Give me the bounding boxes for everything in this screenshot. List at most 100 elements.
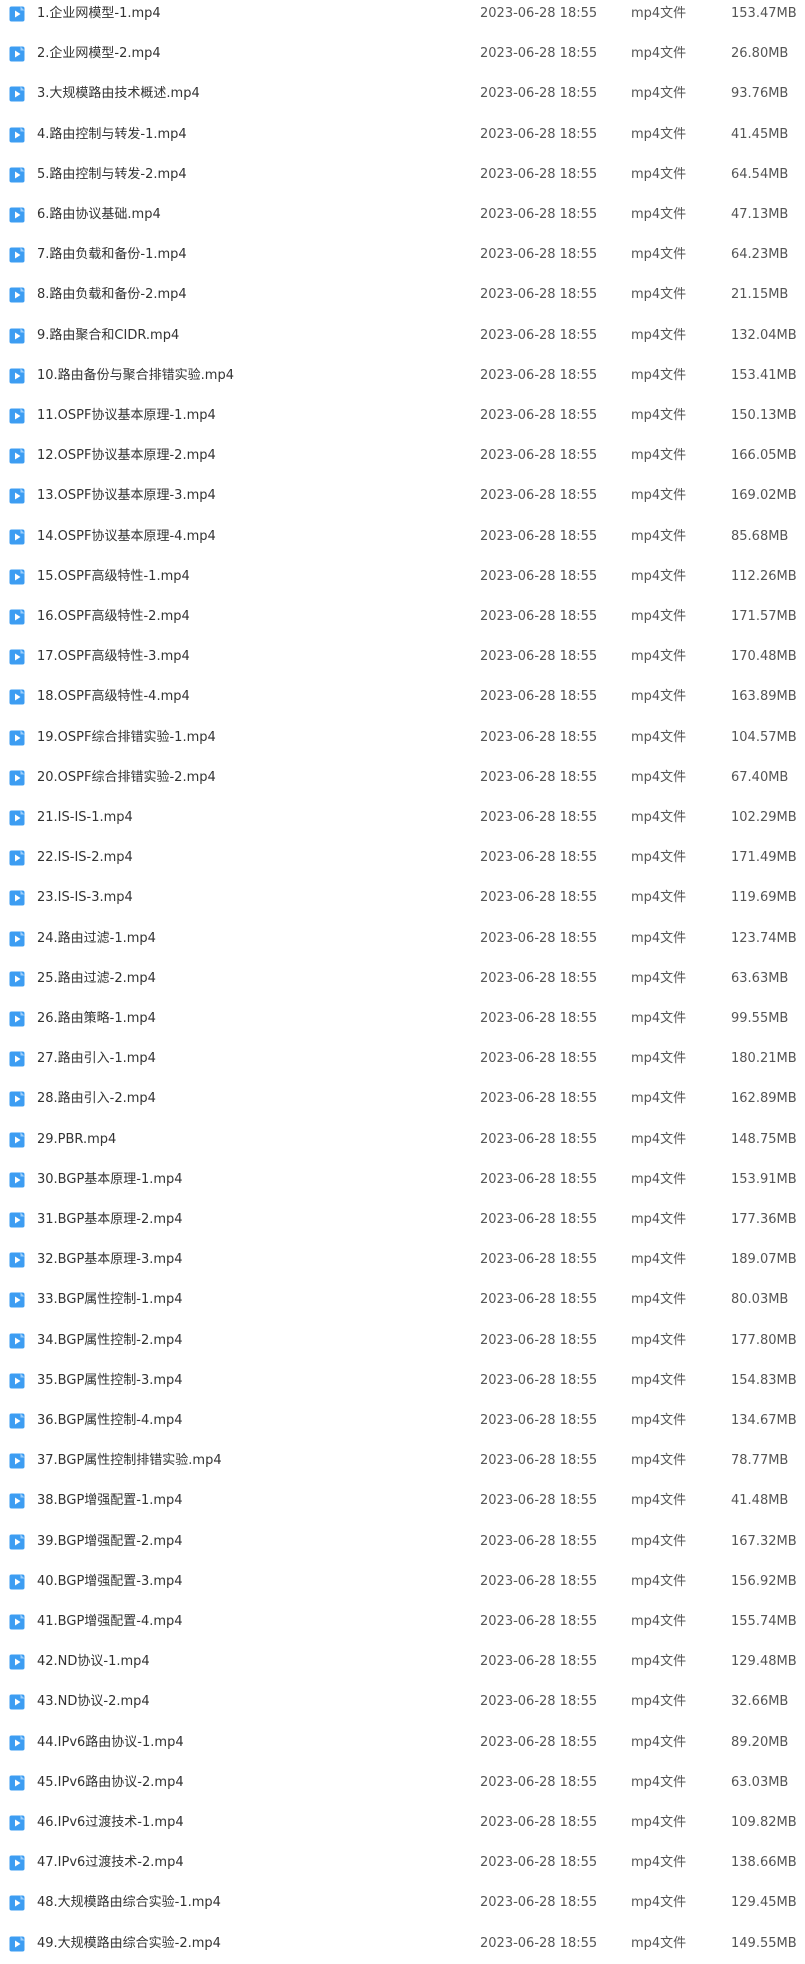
file-row[interactable]: 27.路由引入-1.mp4 2023-06-28 18:55 mp4文件 180.21… bbox=[0, 1039, 805, 1079]
file-date: 2023-06-28 18:55 bbox=[480, 810, 598, 825]
file-size: 166.05MB bbox=[731, 448, 797, 464]
file-row[interactable]: 46.IPv6过渡技术-1.mp4 2023-06-28 18:55 mp4文件 10… bbox=[0, 1803, 805, 1843]
file-name: 20.OSPF综合排错实验-2.mp4 bbox=[37, 769, 216, 785]
file-row[interactable]: 9.路由聚合和CIDR.mp4 2023-06-28 18:55 mp4文件 132.… bbox=[0, 316, 805, 356]
file-row[interactable]: 4.路由控制与转发-1.mp4 2023-06-28 18:55 mp4文件 41.4… bbox=[0, 115, 805, 155]
video-file-icon bbox=[9, 1493, 25, 1509]
file-type: mp4文件 bbox=[631, 1413, 687, 1428]
file-date: 2023-06-28 18:55 bbox=[480, 528, 598, 544]
file-row[interactable]: 42.ND协议-1.mp4 2023-06-28 18:55 mp4文件 129.48… bbox=[0, 1642, 805, 1682]
file-row[interactable]: 13.OSPF协议基本原理-3.mp4 2023-06-28 18:55 mp4文件… bbox=[0, 476, 805, 516]
file-date: 2023-06-28 18:55 bbox=[480, 1131, 598, 1147]
video-file-icon bbox=[9, 1574, 25, 1590]
file-row[interactable]: 20.OSPF综合排错实验-2.mp4 2023-06-28 18:55 mp4文件… bbox=[0, 758, 805, 798]
file-name: 1.企业网模型-1.mp4 bbox=[37, 6, 161, 21]
file-name: 31.BGP基本原理-2.mp4 bbox=[37, 1212, 183, 1227]
file-row[interactable]: 35.BGP属性控制-3.mp4 2023-06-28 18:55 mp4文件 154… bbox=[0, 1361, 805, 1401]
file-date: 2023-06-28 18:55 bbox=[480, 1212, 598, 1227]
file-date: 2023-06-28 18:55 bbox=[480, 1533, 598, 1549]
file-date: 2023-06-28 18:55 bbox=[480, 689, 598, 705]
file-row[interactable]: 12.OSPF协议基本原理-2.mp4 2023-06-28 18:55 mp4文件… bbox=[0, 436, 805, 476]
file-size: 123.74MB bbox=[731, 930, 797, 946]
file-type: mp4文件 bbox=[631, 1011, 687, 1026]
file-row[interactable]: 5.路由控制与转发-2.mp4 2023-06-28 18:55 mp4文件 64.5… bbox=[0, 155, 805, 195]
file-type: mp4文件 bbox=[631, 930, 687, 946]
file-row[interactable]: 18.OSPF高级特性-4.mp4 2023-06-28 18:55 mp4文件 16… bbox=[0, 677, 805, 717]
file-row[interactable]: 7.路由负载和备份-1.mp4 2023-06-28 18:55 mp4文件 64.2… bbox=[0, 235, 805, 275]
file-date: 2023-06-28 18:55 bbox=[480, 1895, 598, 1911]
video-file-icon bbox=[9, 730, 25, 746]
file-row[interactable]: 41.BGP增强配置-4.mp4 2023-06-28 18:55 mp4文件 155… bbox=[0, 1602, 805, 1642]
file-row[interactable]: 29.PBR.mp4 2023-06-28 18:55 mp4文件 148.75MB bbox=[0, 1120, 805, 1160]
file-size: 26.80MB bbox=[731, 46, 789, 62]
file-row[interactable]: 14.OSPF协议基本原理-4.mp4 2023-06-28 18:55 mp4文件… bbox=[0, 517, 805, 557]
file-size: 21.15MB bbox=[731, 287, 789, 303]
file-size: 180.21MB bbox=[731, 1051, 797, 1067]
file-name: 24.路由过滤-1.mp4 bbox=[37, 930, 156, 946]
file-name: 41.BGP增强配置-4.mp4 bbox=[37, 1614, 183, 1629]
file-row[interactable]: 26.路由策略-1.mp4 2023-06-28 18:55 mp4文件 99.55M… bbox=[0, 999, 805, 1039]
file-row[interactable]: 1.企业网模型-1.mp4 2023-06-28 18:55 mp4文件 153.47… bbox=[0, 0, 805, 34]
file-size: 63.63MB bbox=[731, 970, 789, 986]
file-row[interactable]: 3.大规模路由技术概述.mp4 2023-06-28 18:55 mp4文件 93.7… bbox=[0, 74, 805, 114]
file-row[interactable]: 30.BGP基本原理-1.mp4 2023-06-28 18:55 mp4文件 153… bbox=[0, 1160, 805, 1200]
file-row[interactable]: 43.ND协议-2.mp4 2023-06-28 18:55 mp4文件 32.66M… bbox=[0, 1682, 805, 1722]
file-row[interactable]: 48.大规模路由综合实验-1.mp4 2023-06-28 18:55 mp4文件 1… bbox=[0, 1883, 805, 1923]
file-row[interactable]: 15.OSPF高级特性-1.mp4 2023-06-28 18:55 mp4文件 11… bbox=[0, 557, 805, 597]
file-type: mp4文件 bbox=[631, 448, 687, 464]
file-row[interactable]: 25.路由过滤-2.mp4 2023-06-28 18:55 mp4文件 63.63M… bbox=[0, 959, 805, 999]
file-row[interactable]: 37.BGP属性控制排错实验.mp4 2023-06-28 18:55 mp4文件 7… bbox=[0, 1441, 805, 1481]
file-row[interactable]: 28.路由引入-2.mp4 2023-06-28 18:55 mp4文件 162.89… bbox=[0, 1079, 805, 1119]
file-row[interactable]: 49.大规模路由综合实验-2.mp4 2023-06-28 18:55 mp4文件 1… bbox=[0, 1924, 805, 1964]
file-row[interactable]: 32.BGP基本原理-3.mp4 2023-06-28 18:55 mp4文件 189… bbox=[0, 1240, 805, 1280]
file-row[interactable]: 16.OSPF高级特性-2.mp4 2023-06-28 18:55 mp4文件 17… bbox=[0, 597, 805, 637]
file-size: 99.55MB bbox=[731, 1011, 789, 1026]
file-row[interactable]: 40.BGP增强配置-3.mp4 2023-06-28 18:55 mp4文件 156… bbox=[0, 1562, 805, 1602]
file-type: mp4文件 bbox=[631, 367, 687, 383]
file-date: 2023-06-28 18:55 bbox=[480, 769, 598, 785]
file-size: 67.40MB bbox=[731, 769, 789, 785]
file-row[interactable]: 38.BGP增强配置-1.mp4 2023-06-28 18:55 mp4文件 41.… bbox=[0, 1481, 805, 1521]
file-name: 19.OSPF综合排错实验-1.mp4 bbox=[37, 729, 216, 745]
file-name: 45.IPv6路由协议-2.mp4 bbox=[37, 1774, 184, 1790]
file-size: 80.03MB bbox=[731, 1292, 789, 1308]
file-row[interactable]: 10.路由备份与聚合排错实验.mp4 2023-06-28 18:55 mp4文件 1… bbox=[0, 356, 805, 396]
file-row[interactable]: 31.BGP基本原理-2.mp4 2023-06-28 18:55 mp4文件 177… bbox=[0, 1200, 805, 1240]
file-row[interactable]: 45.IPv6路由协议-2.mp4 2023-06-28 18:55 mp4文件 63… bbox=[0, 1763, 805, 1803]
file-name: 17.OSPF高级特性-3.mp4 bbox=[37, 649, 190, 665]
file-row[interactable]: 23.IS-IS-3.mp4 2023-06-28 18:55 mp4文件 119.6… bbox=[0, 878, 805, 918]
file-size: 109.82MB bbox=[731, 1815, 797, 1830]
file-row[interactable]: 33.BGP属性控制-1.mp4 2023-06-28 18:55 mp4文件 80.… bbox=[0, 1280, 805, 1320]
file-size: 63.03MB bbox=[731, 1774, 789, 1790]
file-date: 2023-06-28 18:55 bbox=[480, 6, 598, 21]
file-row[interactable]: 47.IPv6过渡技术-2.mp4 2023-06-28 18:55 mp4文件 13… bbox=[0, 1843, 805, 1883]
file-type: mp4文件 bbox=[631, 769, 687, 785]
video-file-icon bbox=[9, 287, 25, 303]
video-file-icon bbox=[9, 609, 25, 625]
file-row[interactable]: 19.OSPF综合排错实验-1.mp4 2023-06-28 18:55 mp4文件… bbox=[0, 718, 805, 758]
file-row[interactable]: 22.IS-IS-2.mp4 2023-06-28 18:55 mp4文件 171.4… bbox=[0, 838, 805, 878]
file-row[interactable]: 8.路由负载和备份-2.mp4 2023-06-28 18:55 mp4文件 21.1… bbox=[0, 275, 805, 315]
file-date: 2023-06-28 18:55 bbox=[480, 729, 598, 745]
file-name: 9.路由聚合和CIDR.mp4 bbox=[37, 327, 180, 343]
file-type: mp4文件 bbox=[631, 207, 687, 222]
file-row[interactable]: 21.IS-IS-1.mp4 2023-06-28 18:55 mp4文件 102.2… bbox=[0, 798, 805, 838]
file-row[interactable]: 44.IPv6路由协议-1.mp4 2023-06-28 18:55 mp4文件 89… bbox=[0, 1723, 805, 1763]
file-row[interactable]: 2.企业网模型-2.mp4 2023-06-28 18:55 mp4文件 26.80M… bbox=[0, 34, 805, 74]
file-name: 30.BGP基本原理-1.mp4 bbox=[37, 1171, 183, 1187]
file-date: 2023-06-28 18:55 bbox=[480, 1413, 598, 1428]
file-row[interactable]: 11.OSPF协议基本原理-1.mp4 2023-06-28 18:55 mp4文件… bbox=[0, 396, 805, 436]
file-row[interactable]: 36.BGP属性控制-4.mp4 2023-06-28 18:55 mp4文件 134… bbox=[0, 1401, 805, 1441]
file-row[interactable]: 39.BGP增强配置-2.mp4 2023-06-28 18:55 mp4文件 167… bbox=[0, 1522, 805, 1562]
file-row[interactable]: 34.BGP属性控制-2.mp4 2023-06-28 18:55 mp4文件 177… bbox=[0, 1321, 805, 1361]
video-file-icon bbox=[9, 890, 25, 906]
file-size: 129.48MB bbox=[731, 1654, 797, 1670]
file-date: 2023-06-28 18:55 bbox=[480, 930, 598, 946]
file-name: 36.BGP属性控制-4.mp4 bbox=[37, 1413, 183, 1428]
file-type: mp4文件 bbox=[631, 689, 687, 705]
file-row[interactable]: 17.OSPF高级特性-3.mp4 2023-06-28 18:55 mp4文件 17… bbox=[0, 637, 805, 677]
video-file-icon bbox=[9, 810, 25, 826]
file-name: 14.OSPF协议基本原理-4.mp4 bbox=[37, 528, 216, 544]
file-row[interactable]: 24.路由过滤-1.mp4 2023-06-28 18:55 mp4文件 123.74… bbox=[0, 919, 805, 959]
file-row[interactable]: 6.路由协议基础.mp4 2023-06-28 18:55 mp4文件 47.13MB bbox=[0, 195, 805, 235]
